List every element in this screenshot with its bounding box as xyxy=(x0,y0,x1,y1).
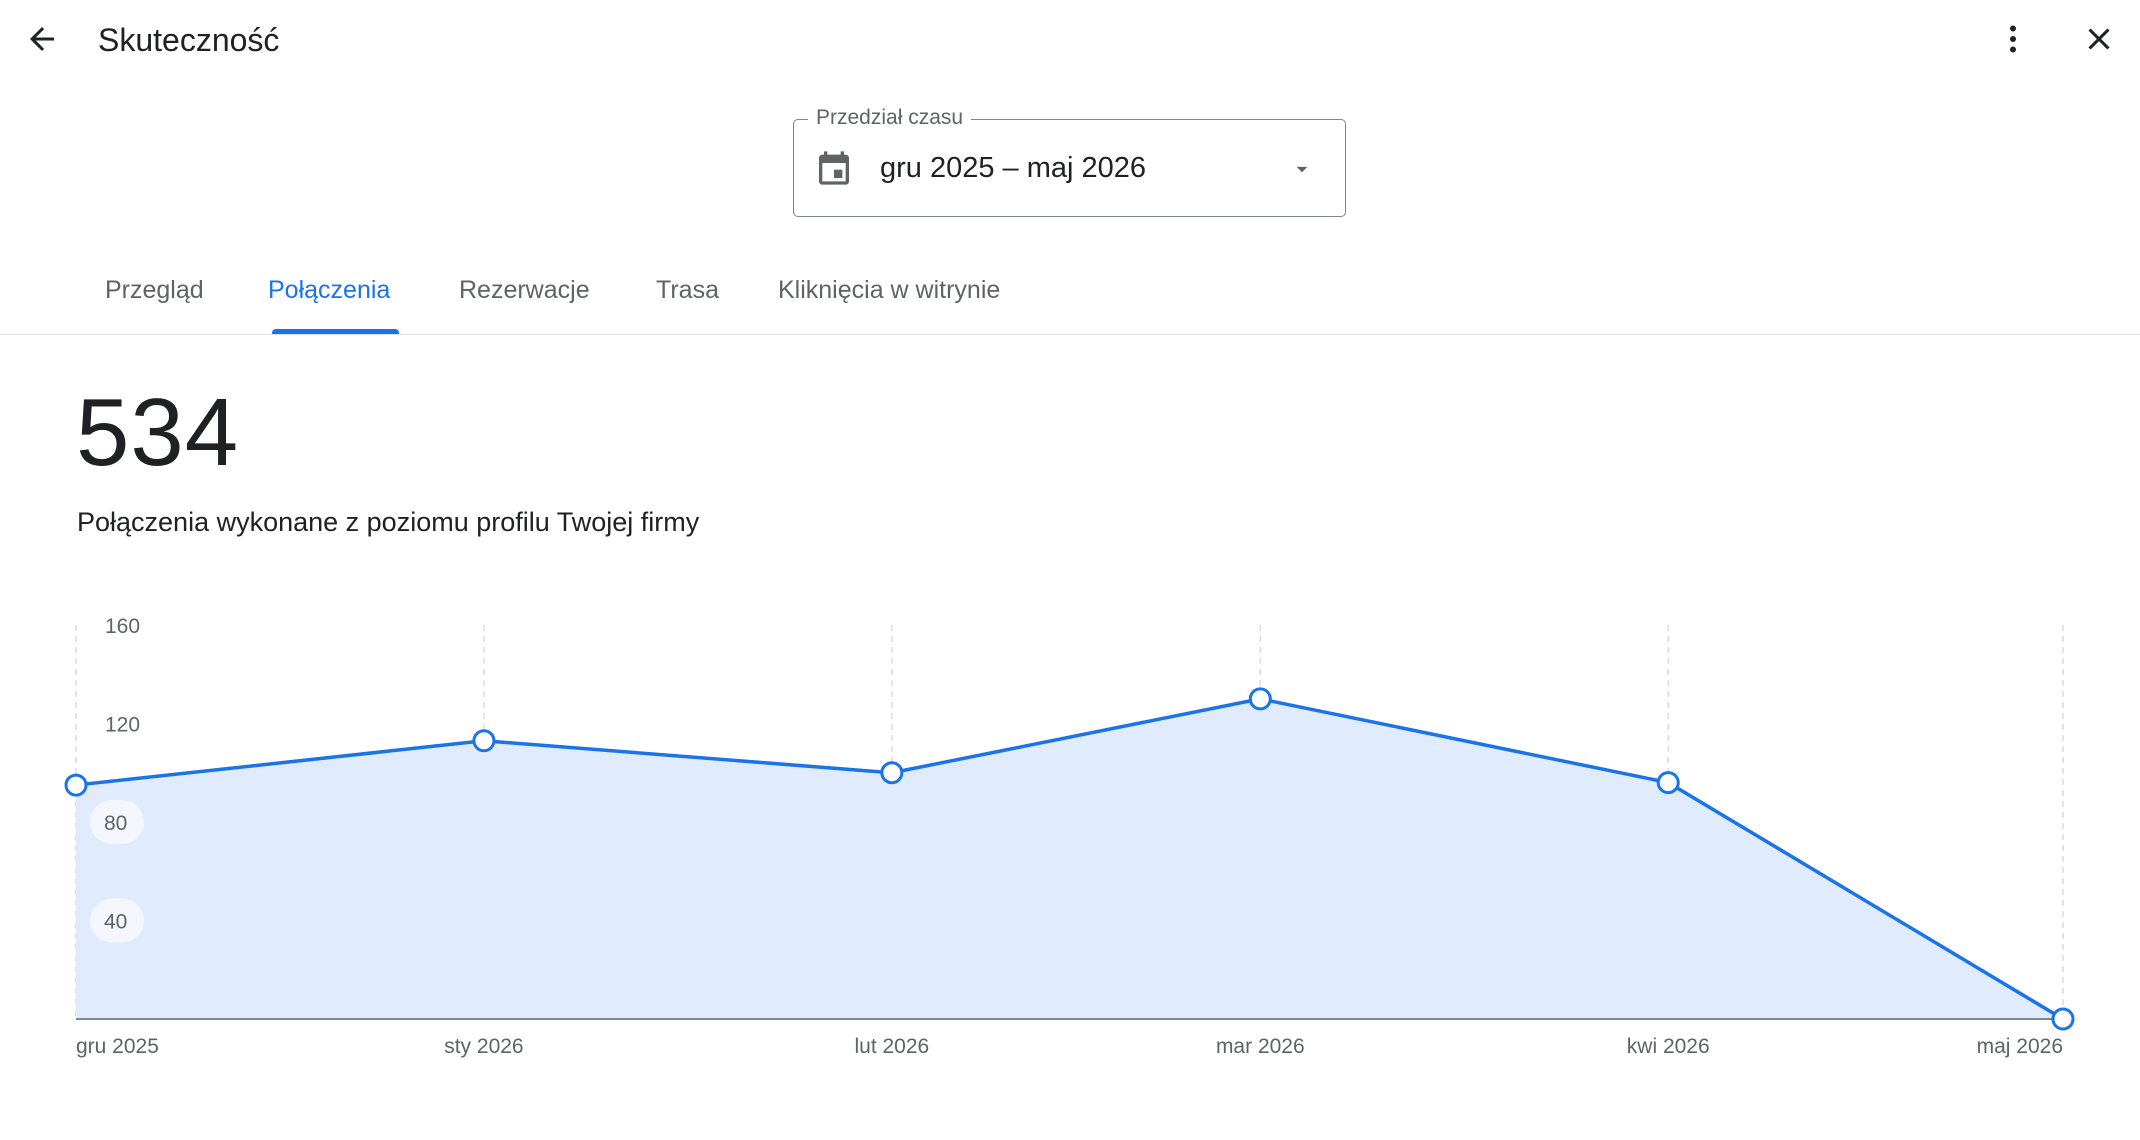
tab-overview[interactable]: Przegląd xyxy=(105,260,204,335)
calls-area-chart: 40 80 120 160 gru 2025 sty 2026 lut 2026 mar 20… xyxy=(64,615,2075,1058)
data-point xyxy=(472,729,496,753)
y-tick-label: 120 xyxy=(105,714,140,737)
x-tick-label: mar 2026 xyxy=(1216,1035,1305,1058)
more-vert-icon xyxy=(2010,25,2016,53)
date-range-label: Przedział czasu xyxy=(808,105,972,131)
top-app-bar: Skuteczność xyxy=(0,0,2140,80)
x-tick-label: sty 2026 xyxy=(444,1035,523,1058)
x-tick-label: kwi 2026 xyxy=(1627,1035,1710,1058)
y-tick-label: 80 xyxy=(104,812,127,835)
data-point xyxy=(880,761,904,785)
close-icon xyxy=(2088,28,2110,50)
x-tick-label: lut 2026 xyxy=(854,1035,929,1058)
tab-calls[interactable]: Połączenia xyxy=(268,260,390,335)
x-tick-label: gru 2025 xyxy=(76,1035,159,1058)
active-tab-indicator xyxy=(272,329,399,334)
y-tick-label: 160 xyxy=(105,615,140,638)
area-fill xyxy=(76,698,2063,1019)
data-point xyxy=(1656,771,1680,795)
close-button[interactable] xyxy=(2069,9,2129,69)
y-tick-label: 40 xyxy=(104,911,127,934)
data-point xyxy=(64,773,88,797)
total-calls-value: 534 xyxy=(76,379,240,486)
x-tick-label: maj 2026 xyxy=(1977,1035,2063,1058)
data-point xyxy=(2051,1007,2075,1031)
total-calls-description: Połączenia wykonane z poziomu profilu Tw… xyxy=(77,507,700,537)
tab-bookings[interactable]: Rezerwacje xyxy=(459,260,590,335)
arrow-back-icon xyxy=(30,27,54,51)
dropdown-arrow-icon xyxy=(1296,166,1308,173)
date-range-value: gru 2025 – maj 2026 xyxy=(880,152,1147,184)
page-title: Skuteczność xyxy=(98,22,280,58)
data-point xyxy=(1248,687,1272,711)
tab-website-clicks[interactable]: Kliknięcia w witrynie xyxy=(778,260,1000,335)
calendar-icon xyxy=(819,151,849,185)
tab-bar: Przegląd Połączenia Rezerwacje Trasa Kli… xyxy=(0,260,2140,335)
tab-directions[interactable]: Trasa xyxy=(656,260,719,335)
date-range-select[interactable]: Przedział czasu gru 2025 – maj 2026 xyxy=(793,105,1346,217)
back-button[interactable] xyxy=(12,9,72,69)
more-options-button[interactable] xyxy=(1983,9,2043,69)
